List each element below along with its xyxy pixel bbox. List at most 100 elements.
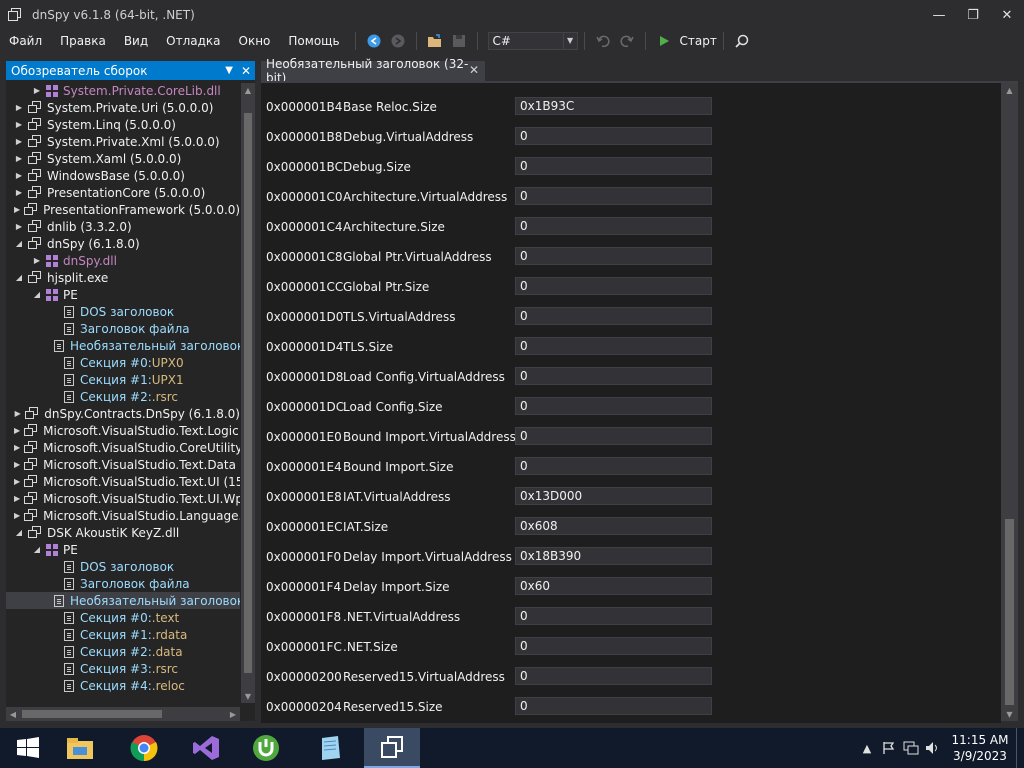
tree-item[interactable]: ▶ System.Private.CoreLib.dll bbox=[6, 83, 240, 99]
field-value-input[interactable]: 0 bbox=[515, 667, 712, 685]
taskbar-visual-studio[interactable] bbox=[178, 728, 234, 768]
scroll-down-icon[interactable]: ▼ bbox=[1001, 707, 1018, 721]
tree-vertical-scrollbar[interactable]: ▲ ▼ bbox=[241, 83, 255, 703]
expand-arrow-icon[interactable]: ▶ bbox=[14, 409, 21, 419]
collapse-arrow-icon[interactable]: ◢ bbox=[14, 273, 24, 283]
close-tab-icon[interactable]: ✕ bbox=[469, 63, 479, 77]
menu-help[interactable]: Помощь bbox=[279, 30, 348, 52]
collapse-arrow-icon[interactable]: ◢ bbox=[14, 239, 24, 249]
taskbar-dnspy[interactable] bbox=[364, 728, 420, 768]
collapse-arrow-icon[interactable]: ◢ bbox=[32, 290, 42, 300]
field-value-input[interactable]: 0 bbox=[515, 187, 712, 205]
field-value-input[interactable]: 0 bbox=[515, 367, 712, 385]
menu-file[interactable]: Файл bbox=[0, 30, 51, 52]
expand-arrow-icon[interactable]: ▶ bbox=[14, 205, 20, 215]
field-value-input[interactable]: 0 bbox=[515, 337, 712, 355]
expand-arrow-icon[interactable]: ▶ bbox=[32, 86, 42, 96]
minimize-button[interactable]: — bbox=[922, 0, 956, 30]
tree-item[interactable]: ▶ Microsoft.VisualStudio.Text.Logic (15 bbox=[6, 422, 240, 439]
network-icon[interactable] bbox=[900, 728, 922, 768]
scroll-thumb[interactable] bbox=[22, 710, 162, 718]
tree-horizontal-scrollbar[interactable]: ◀ ▶ bbox=[6, 707, 240, 721]
tree-item[interactable]: ▶ dnSpy.dll bbox=[6, 252, 240, 269]
scroll-right-icon[interactable]: ▶ bbox=[226, 707, 240, 721]
tree-item[interactable]: DOS заголовок bbox=[6, 558, 240, 575]
tree-item[interactable]: Необязательный заголовок bbox=[6, 337, 240, 354]
scroll-down-icon[interactable]: ▼ bbox=[241, 689, 255, 703]
field-value-input[interactable]: 0 bbox=[515, 277, 712, 295]
taskbar-file-explorer[interactable] bbox=[52, 728, 108, 768]
expand-arrow-icon[interactable]: ▶ bbox=[14, 222, 24, 232]
expand-arrow-icon[interactable]: ▶ bbox=[14, 137, 24, 147]
tree-item[interactable]: ▶ Microsoft.VisualStudio.CoreUtility (1 bbox=[6, 439, 240, 456]
field-value-input[interactable]: 0 bbox=[515, 127, 712, 145]
expand-arrow-icon[interactable]: ▶ bbox=[14, 171, 24, 181]
menu-edit[interactable]: Правка bbox=[51, 30, 115, 52]
field-value-input[interactable]: 0x1B93C bbox=[515, 97, 712, 115]
tree-item[interactable]: ▶ System.Linq (5.0.0.0) bbox=[6, 116, 240, 133]
tree-item[interactable]: ▶ PresentationCore (5.0.0.0) bbox=[6, 184, 240, 201]
tree-item[interactable]: ▶ Microsoft.VisualStudio.Text.UI (15.0. bbox=[6, 473, 240, 490]
tree-item[interactable]: ▶ dnlib (3.3.2.0) bbox=[6, 218, 240, 235]
taskbar-clock[interactable]: 11:15 AM 3/9/2023 bbox=[944, 732, 1016, 764]
tree-item[interactable]: ▶ Microsoft.VisualStudio.Language.Int bbox=[6, 507, 240, 524]
tree-item[interactable]: ▶ WindowsBase (5.0.0.0) bbox=[6, 167, 240, 184]
tree-item[interactable]: Секция #3: .rsrc bbox=[6, 660, 240, 677]
undo-button[interactable] bbox=[593, 31, 613, 51]
scroll-thumb[interactable] bbox=[1005, 519, 1014, 705]
taskbar-chrome[interactable] bbox=[116, 728, 172, 768]
tree-item[interactable]: Секция #0: UPX0 bbox=[6, 354, 240, 371]
expand-arrow-icon[interactable]: ▶ bbox=[14, 460, 20, 470]
tree-item[interactable]: ▶ Microsoft.VisualStudio.Text.UI.Wpf ( bbox=[6, 490, 240, 507]
field-value-input[interactable]: 0 bbox=[515, 457, 712, 475]
navigate-forward-button[interactable] bbox=[388, 31, 408, 51]
redo-button[interactable] bbox=[617, 31, 637, 51]
tree-item[interactable]: ◢ PE bbox=[6, 541, 240, 558]
tree-item[interactable]: ▶ Microsoft.VisualStudio.Text.Data (15. bbox=[6, 456, 240, 473]
tree-item[interactable]: Заголовок файла bbox=[6, 320, 240, 337]
tree-item[interactable]: ▶ System.Private.Uri (5.0.0.0) bbox=[6, 99, 240, 116]
save-all-button[interactable] bbox=[449, 31, 469, 51]
tree-item[interactable]: DOS заголовок bbox=[6, 303, 240, 320]
show-hidden-icons-icon[interactable]: ▲ bbox=[856, 728, 878, 768]
expand-arrow-icon[interactable]: ▶ bbox=[14, 511, 20, 521]
tree-item[interactable]: Секция #2: .rsrc bbox=[6, 388, 240, 405]
document-tab[interactable]: Необязательный заголовок (32-bit) ✕ bbox=[261, 57, 485, 85]
tree-item[interactable]: ▶ PresentationFramework (5.0.0.0) bbox=[6, 201, 240, 218]
start-button[interactable] bbox=[0, 728, 56, 768]
panel-close-icon[interactable]: ✕ bbox=[241, 64, 251, 78]
tree-item[interactable]: ◢ PE bbox=[6, 286, 240, 303]
volume-icon[interactable] bbox=[922, 728, 944, 768]
navigate-back-button[interactable] bbox=[364, 31, 384, 51]
collapse-arrow-icon[interactable]: ◢ bbox=[14, 528, 24, 538]
tree-item[interactable]: ▶ dnSpy.Contracts.DnSpy (6.1.8.0) bbox=[6, 405, 240, 422]
taskbar-notepad[interactable] bbox=[302, 728, 358, 768]
field-value-input[interactable]: 0 bbox=[515, 247, 712, 265]
tree-item[interactable]: Секция #2: .data bbox=[6, 643, 240, 660]
field-value-input[interactable]: 0x60 bbox=[515, 577, 712, 595]
tree-item[interactable]: Секция #0: .text bbox=[6, 609, 240, 626]
expand-arrow-icon[interactable]: ▶ bbox=[14, 494, 20, 504]
field-value-input[interactable]: 0 bbox=[515, 637, 712, 655]
field-value-input[interactable]: 0 bbox=[515, 157, 712, 175]
field-value-input[interactable]: 0x18B390 bbox=[515, 547, 712, 565]
field-value-input[interactable]: 0x13D000 bbox=[515, 487, 712, 505]
tree-item[interactable]: ▶ System.Private.Xml (5.0.0.0) bbox=[6, 133, 240, 150]
menu-debug[interactable]: Отладка bbox=[157, 30, 229, 52]
field-value-input[interactable]: 0 bbox=[515, 397, 712, 415]
tree-item[interactable]: Секция #4: .reloc bbox=[6, 677, 240, 694]
menu-window[interactable]: Окно bbox=[230, 30, 280, 52]
open-button[interactable] bbox=[425, 31, 445, 51]
tree-item[interactable]: Секция #1: UPX1 bbox=[6, 371, 240, 388]
expand-arrow-icon[interactable]: ▶ bbox=[14, 426, 20, 436]
field-value-input[interactable]: 0 bbox=[515, 697, 712, 715]
expand-arrow-icon[interactable]: ▶ bbox=[14, 120, 24, 130]
menu-view[interactable]: Вид bbox=[115, 30, 157, 52]
tree-item[interactable]: ◢ DSK AkoustiK KeyZ.dll bbox=[6, 524, 240, 541]
scroll-thumb[interactable] bbox=[244, 113, 252, 673]
tree-item[interactable]: Секция #1: .rdata bbox=[6, 626, 240, 643]
expand-arrow-icon[interactable]: ▶ bbox=[14, 188, 24, 198]
close-window-button[interactable]: ✕ bbox=[990, 0, 1024, 30]
collapse-arrow-icon[interactable]: ◢ bbox=[32, 545, 42, 555]
tree-item[interactable]: ▶ System.Xaml (5.0.0.0) bbox=[6, 150, 240, 167]
